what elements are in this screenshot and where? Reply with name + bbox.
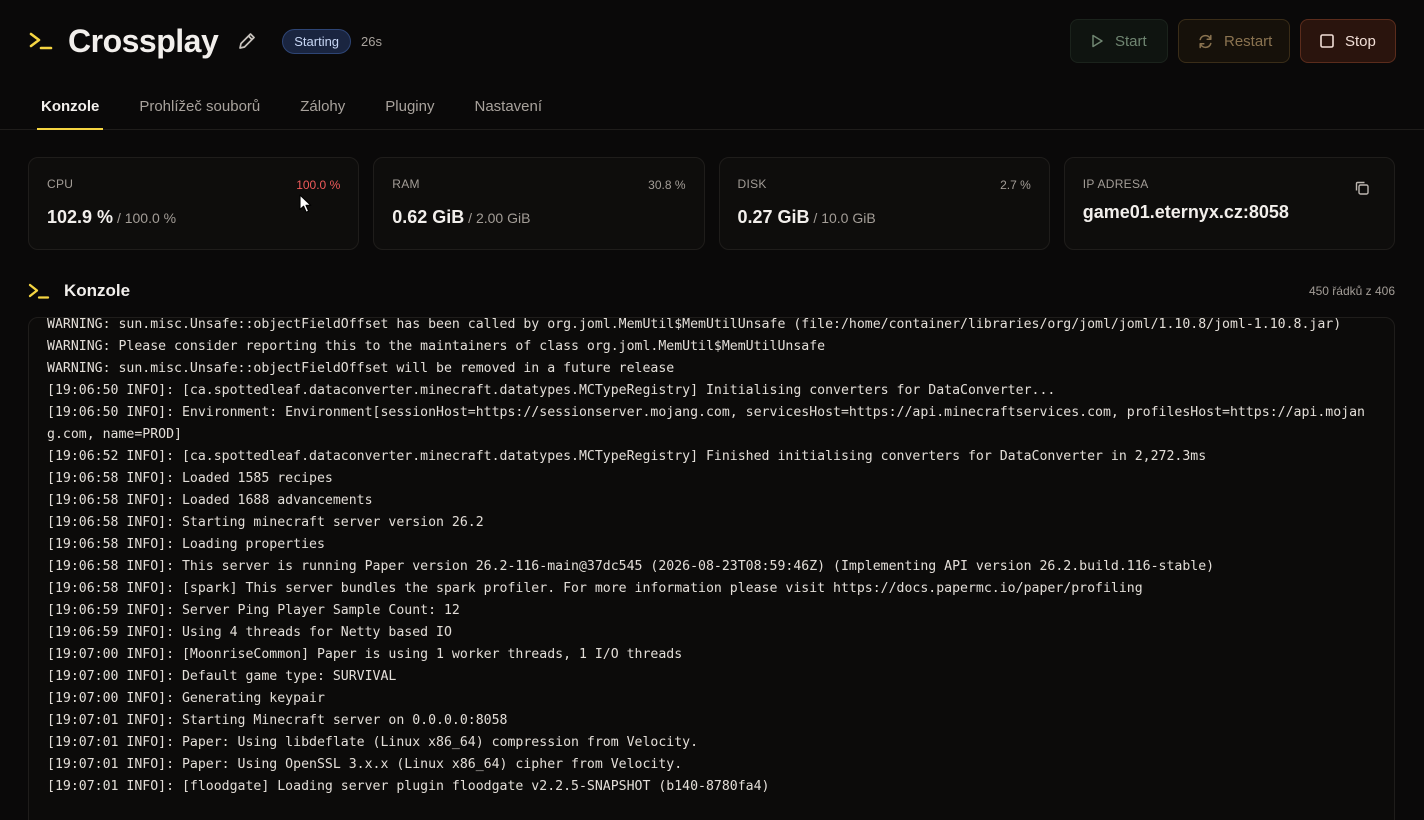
console-line: [19:06:50 INFO]: [ca.spottedleaf.datacon… [47,383,1056,398]
disk-usage: 0.27 GiB / 10.0 GiB [738,207,1031,228]
console-line: [19:06:58 INFO]: Loaded 1688 advancement… [47,493,373,508]
restart-button[interactable]: Restart [1178,19,1290,63]
console-line: [19:07:01 INFO]: Starting Minecraft serv… [47,713,508,728]
console-line: [19:06:59 INFO]: Server Ping Player Samp… [47,603,460,618]
play-icon [1089,33,1105,49]
console-line: [19:07:01 INFO]: Paper: Using OpenSSL 3.… [47,757,683,772]
tab-backups[interactable]: Zálohy [300,82,345,130]
terminal-prompt-icon [28,282,50,300]
disk-card: DISK 2.7 % 0.27 GiB / 10.0 GiB [718,157,1050,250]
ram-usage: 0.62 GiB / 2.00 GiB [392,207,685,228]
copy-icon[interactable] [1354,180,1370,201]
restart-button-label: Restart [1224,32,1273,50]
disk-label: DISK [737,177,767,191]
stop-button[interactable]: Stop [1300,19,1396,63]
console-line: [19:06:52 INFO]: [ca.spottedleaf.datacon… [47,449,1207,464]
console-line: [19:07:01 INFO]: Paper: Using libdeflate… [47,735,699,750]
pencil-icon[interactable] [236,30,258,52]
cpu-card: CPU 100.0 % 102.9 % / 100.0 % [28,157,360,250]
disk-percent: 2.7 % [1000,178,1031,192]
tab-file-browser[interactable]: Prohlížeč souborů [139,82,260,130]
ram-percent: 30.8 % [648,178,686,192]
console-output[interactable]: WARNING: sun.misc.Unsafe::objectFieldOff… [28,317,1395,820]
disk-value: 0.27 GiB [737,207,810,227]
server-title: Crossplay [68,22,219,59]
console-line-count: 450 řádků z 406 [1308,284,1395,298]
console-line: [19:06:58 INFO]: [spark] This server bun… [47,581,1143,596]
start-button[interactable]: Start [1070,19,1168,63]
start-button-label: Start [1115,32,1147,50]
stop-square-icon [1319,33,1335,49]
console-line: [19:07:00 INFO]: [MoonriseCommon] Paper … [47,647,683,662]
console-line: [19:07:00 INFO]: Generating keypair [47,691,325,706]
cpu-limit: / 100.0 % [113,210,177,226]
ram-card: RAM 30.8 % 0.62 GiB / 2.00 GiB [373,157,705,250]
ram-value: 0.62 GiB [392,207,465,227]
server-header: Crossplay Starting 26s Start Restart Sto… [0,0,1424,82]
console-line: [19:06:50 INFO]: Environment: Environmen… [47,405,1365,442]
console-line: [19:06:58 INFO]: Loading properties [47,537,325,552]
terminal-prompt-icon [28,30,54,52]
cpu-percent: 100.0 % [296,178,341,192]
power-actions: Start Restart Stop [1070,19,1396,63]
stop-button-label: Stop [1345,32,1376,50]
ip-card: IP ADRESA game01.eternyx.cz:8058 [1063,157,1395,250]
console-line: [19:06:58 INFO]: Loaded 1585 recipes [47,471,333,486]
refresh-icon [1197,33,1214,50]
tab-plugins[interactable]: Pluginy [385,82,434,130]
tab-console[interactable]: Konzole [36,82,104,130]
disk-limit: / 10.0 GiB [809,210,876,226]
console-title: Konzole [64,281,131,300]
app-root: Crossplay Starting 26s Start Restart Sto… [0,0,1424,820]
console-line: [19:06:58 INFO]: Starting minecraft serv… [47,515,484,530]
console-line: [19:06:58 INFO]: This server is running … [47,559,1215,574]
cpu-usage: 102.9 % / 100.0 % [47,207,340,228]
ip-address[interactable]: game01.eternyx.cz:8058 [1083,202,1376,223]
console-line: [19:07:00 INFO]: Default game type: SURV… [47,669,397,684]
server-tabs: Konzole Prohlížeč souborů Zálohy Pluginy… [0,82,1424,130]
console-line: WARNING: sun.misc.Unsafe::objectFieldOff… [47,361,675,376]
resource-cards: CPU 100.0 % 102.9 % / 100.0 % RAM 30.8 %… [28,157,1395,250]
ram-label: RAM [392,177,420,191]
console-log: WARNING: sun.misc.Unsafe::objectFieldOff… [47,317,1376,798]
console-line: WARNING: sun.misc.Unsafe::objectFieldOff… [47,317,1342,332]
console-header: Konzole 450 řádků z 406 [28,278,1395,304]
console-line: [19:06:59 INFO]: Using 4 threads for Net… [47,625,452,640]
uptime-text: 26s [361,33,383,49]
console-line: [19:07:01 INFO]: [floodgate] Loading ser… [47,779,770,794]
ram-limit: / 2.00 GiB [464,210,531,226]
cpu-value: 102.9 % [47,207,114,227]
ip-label: IP ADRESA [1082,177,1149,191]
status-badge: Starting [282,28,352,54]
console-line: WARNING: Please consider reporting this … [47,339,826,354]
tab-settings[interactable]: Nastavení [474,82,542,130]
